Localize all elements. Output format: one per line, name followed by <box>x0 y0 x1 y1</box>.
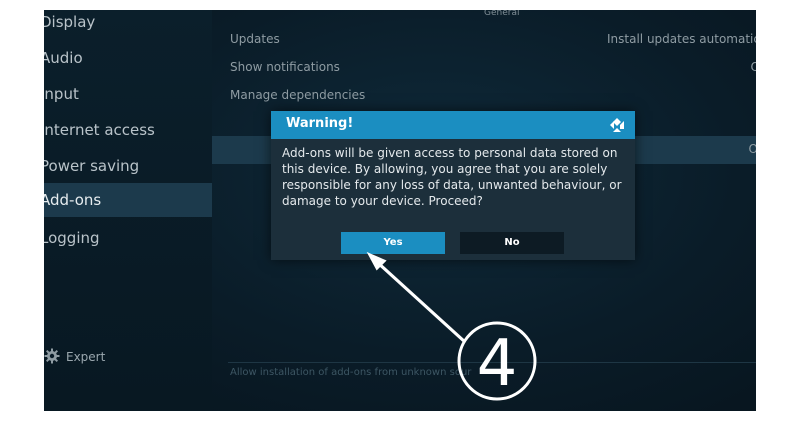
dialog-message: Add-ons will be given access to personal… <box>282 146 622 208</box>
sidebar-item-label: Power saving <box>44 157 140 175</box>
yes-button[interactable]: Yes <box>341 232 445 254</box>
expert-label: Expert <box>66 350 106 364</box>
sidebar-item-internet-access[interactable]: Internet access <box>44 113 212 147</box>
sidebar-item-input[interactable]: Input <box>44 77 212 111</box>
setting-value: Install updates automatic <box>607 32 756 46</box>
setting-label: Manage dependencies <box>230 88 366 102</box>
divider <box>228 362 756 363</box>
sidebar-item-add-ons[interactable]: Add-ons <box>44 183 212 217</box>
sidebar-item-power-saving[interactable]: Power saving <box>44 149 212 183</box>
kodi-settings-screen: Display Audio Input Internet access Powe… <box>44 10 756 411</box>
kodi-logo-icon <box>610 118 624 132</box>
setting-description: Allow installation of add-ons from unkno… <box>230 367 472 378</box>
sidebar-item-logging[interactable]: Logging <box>44 221 212 255</box>
setting-label: Updates <box>230 32 280 46</box>
section-header: General <box>484 10 520 18</box>
setting-label: Show notifications <box>230 60 340 74</box>
setting-row-manage-dependencies[interactable]: Manage dependencies <box>230 82 756 108</box>
sidebar-item-label: Display <box>44 13 96 31</box>
sidebar-item-label: Logging <box>44 229 100 247</box>
setting-value: O <box>748 142 756 156</box>
setting-value: O <box>750 60 756 74</box>
sidebar-item-audio[interactable]: Audio <box>44 41 212 75</box>
sidebar-item-label: Audio <box>44 49 83 67</box>
settings-sidebar: Display Audio Input Internet access Powe… <box>44 10 212 411</box>
setting-row-show-notifications[interactable]: Show notifications O <box>230 54 756 80</box>
no-button[interactable]: No <box>460 232 564 254</box>
sidebar-item-label: Internet access <box>44 121 155 139</box>
sidebar-item-display[interactable]: Display <box>44 10 212 39</box>
warning-dialog: Warning! Add-ons will be given access to… <box>271 111 635 260</box>
sidebar-item-label: Input <box>44 85 79 103</box>
dialog-header: Warning! <box>271 111 635 139</box>
dialog-title: Warning! <box>286 116 354 131</box>
sidebar-item-label: Add-ons <box>44 191 102 209</box>
gear-icon <box>44 348 60 364</box>
setting-row-updates[interactable]: Updates Install updates automatic <box>230 26 756 52</box>
